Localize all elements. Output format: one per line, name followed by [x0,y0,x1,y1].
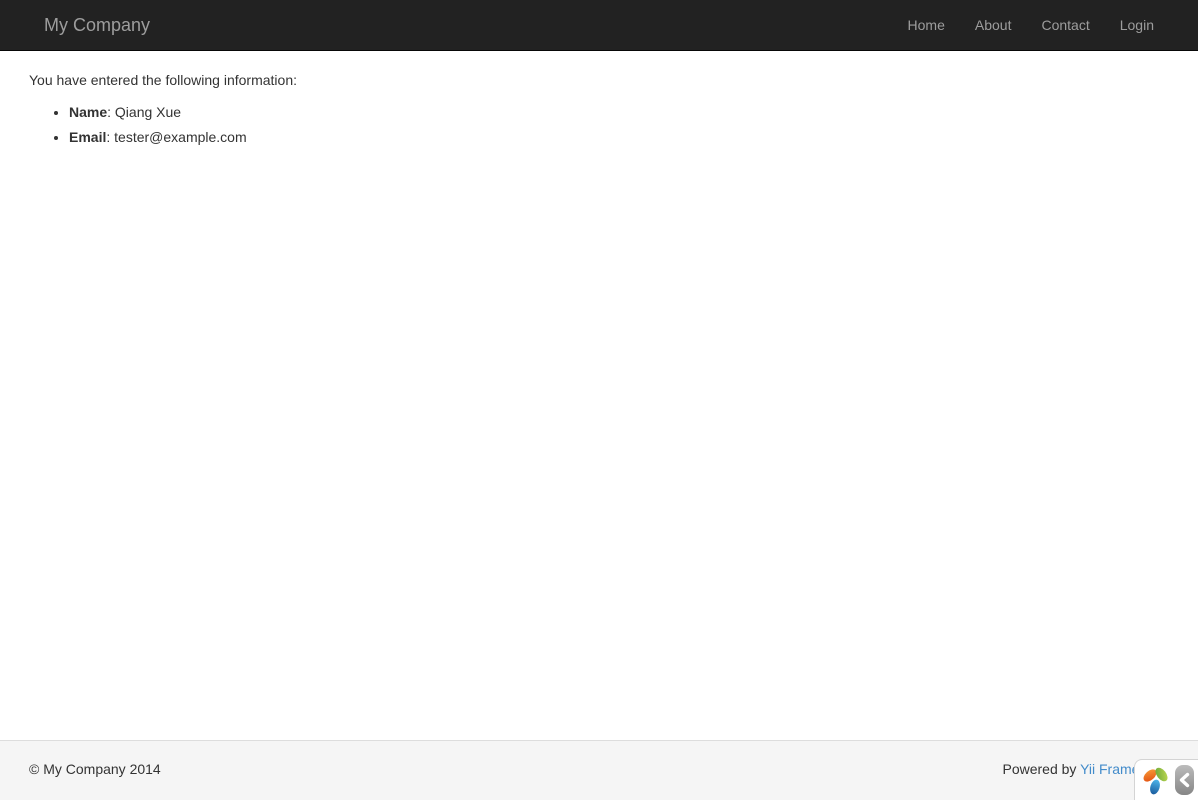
page: My Company Home About Contact Login You … [0,0,1198,800]
entry-name-value: Qiang Xue [115,104,181,120]
entries-list: Name: Qiang Xue Email: tester@example.co… [29,103,1169,148]
footer: © My Company 2014 Powered by Yii Framewo… [0,740,1198,800]
entry-email-value: tester@example.com [114,129,246,145]
brand-link[interactable]: My Company [29,0,165,50]
footer-container: © My Company 2014 Powered by Yii Framewo… [14,741,1184,780]
intro-text: You have entered the following informati… [29,71,1169,91]
debug-toolbar-expand-button[interactable] [1175,765,1194,795]
nav-item-home[interactable]: Home [893,0,960,50]
chevron-left-icon [1178,772,1191,788]
nav-item-contact[interactable]: Contact [1026,0,1104,50]
entry-name: Name: Qiang Xue [69,103,1169,123]
debug-toolbar-collapsed [1134,759,1198,800]
entry-email-separator: : [106,129,114,145]
nav-item-login[interactable]: Login [1105,0,1169,50]
navbar: My Company Home About Contact Login [0,0,1198,51]
yii-logo-icon [1141,765,1171,795]
navbar-menu: Home About Contact Login [893,0,1169,50]
content-container: You have entered the following informati… [14,51,1184,148]
powered-by-text: Powered by [1002,761,1080,777]
entry-email-label: Email [69,129,106,145]
nav-item-about[interactable]: About [960,0,1027,50]
entry-name-separator: : [107,104,115,120]
copyright-text: © My Company 2014 [29,760,161,780]
main-content: You have entered the following informati… [0,51,1198,740]
navbar-container: My Company Home About Contact Login [14,0,1184,50]
entry-email: Email: tester@example.com [69,128,1169,148]
entry-name-label: Name [69,104,107,120]
